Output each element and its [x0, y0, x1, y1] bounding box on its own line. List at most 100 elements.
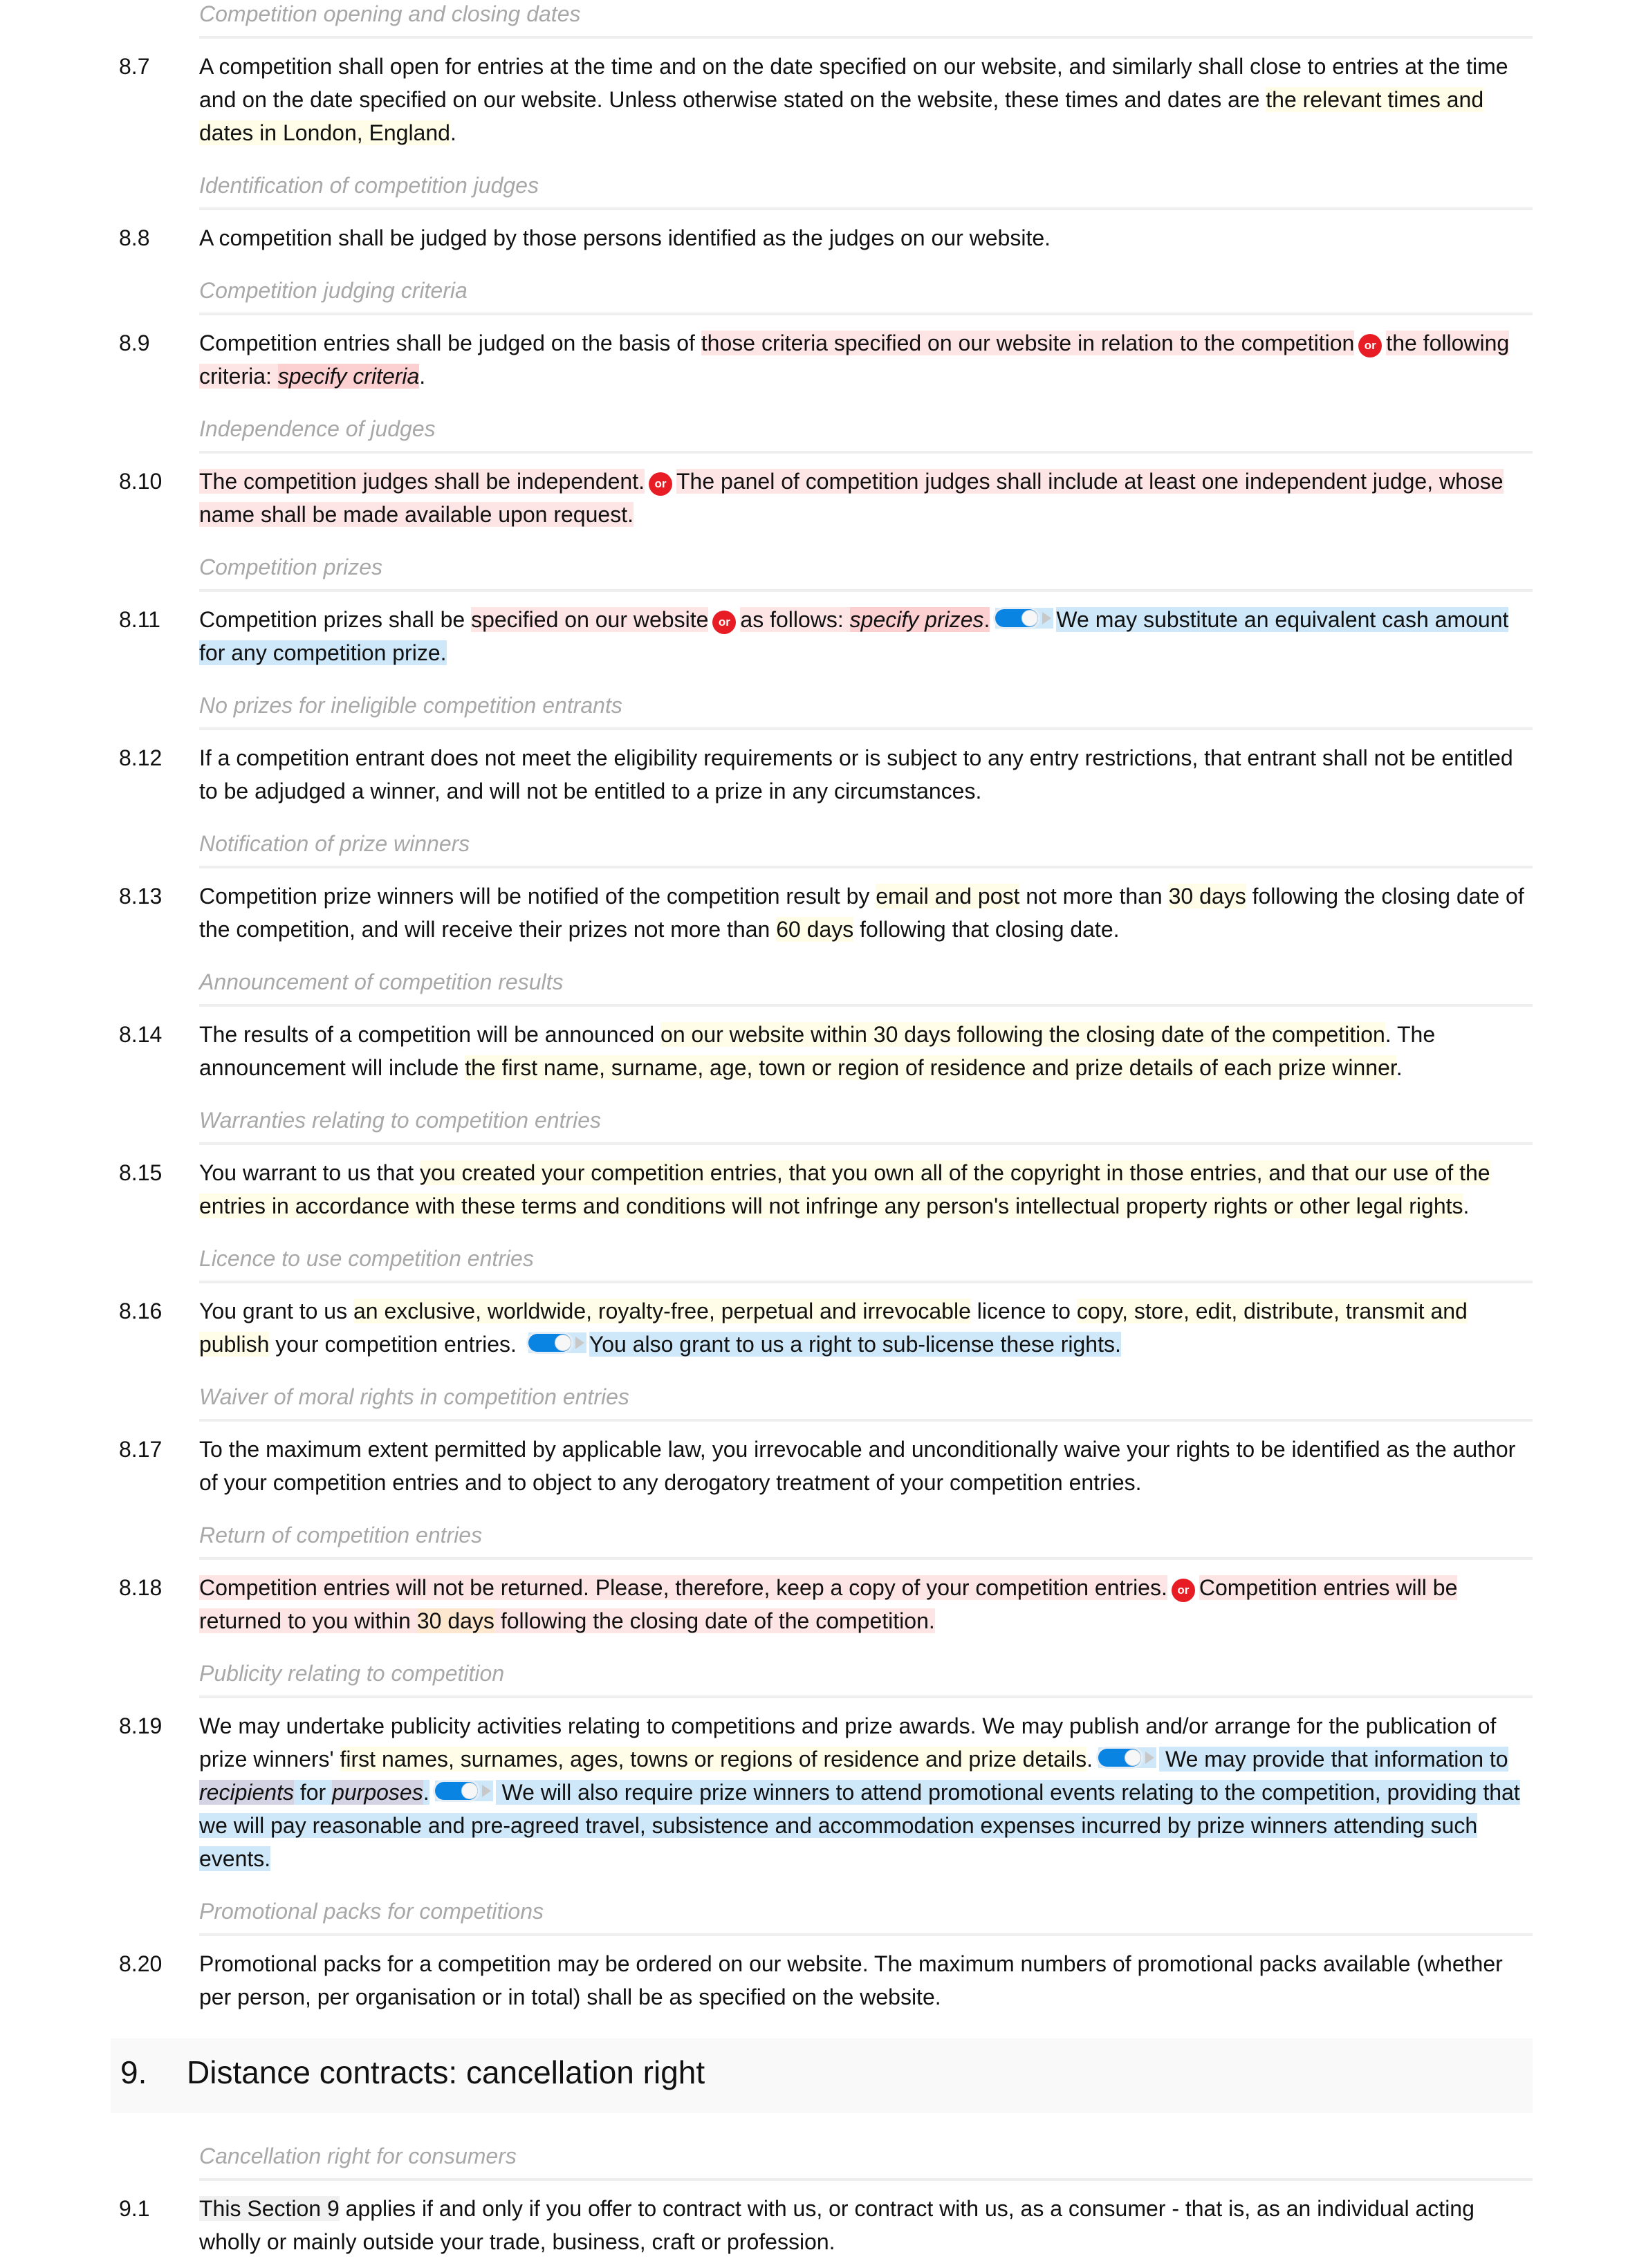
placeholder-field[interactable]: specify criteria — [277, 364, 420, 389]
or-choice-icon[interactable]: or — [1358, 334, 1383, 357]
clause-text: To the maximum extent permitted by appli… — [199, 1433, 1533, 1499]
text-run: following that closing date. — [853, 917, 1120, 942]
toggle-knob — [554, 1335, 571, 1351]
clause-number: 8.19 — [119, 1713, 163, 1738]
or-choice-icon[interactable]: or — [1171, 1579, 1195, 1602]
clause-subheading: Return of competition entries — [199, 1509, 1533, 1560]
toggle-knob — [461, 1783, 478, 1799]
clause-row: 8.7 A competition shall open for entries … — [111, 39, 1533, 159]
variable-highlight: an exclusive, worldwide, royalty-free, p… — [353, 1299, 971, 1323]
clause-row: 8.9 Competition entries shall be judged o… — [111, 315, 1533, 402]
clause-subheading: Warranties relating to competition entri… — [199, 1094, 1533, 1145]
toggle-switch-icon[interactable] — [995, 608, 1054, 629]
clause-row: 8.8 A competition shall be judged by thos… — [111, 210, 1533, 264]
toggle-switch-icon[interactable] — [528, 1332, 586, 1353]
optional-text: We may provide that information to — [1159, 1747, 1508, 1772]
clause-text: The competition judges shall be independ… — [199, 465, 1533, 531]
clause-row: 8.16 You grant to us an exclusive, worldw… — [111, 1283, 1533, 1370]
or-choice-icon[interactable]: or — [712, 611, 737, 634]
clause-number: 8.8 — [119, 225, 150, 250]
clause-row: 8.13 Competition prize winners will be no… — [111, 868, 1533, 956]
toggle-knob — [1125, 1749, 1142, 1766]
clause-number: 8.11 — [119, 607, 160, 632]
text-run: licence to — [970, 1299, 1077, 1323]
text-run: . — [1396, 1055, 1403, 1080]
clause-text: You grant to us an exclusive, worldwide,… — [199, 1294, 1533, 1361]
clause-number: 8.14 — [119, 1022, 163, 1047]
toggle-switch-icon[interactable] — [434, 1781, 493, 1801]
clause-subheading: Notification of prize winners — [199, 817, 1533, 868]
clause-subheading: Competition prizes — [199, 541, 1533, 592]
variable-highlight: on our website within 30 days following … — [660, 1022, 1385, 1047]
clause-number: 8.10 — [119, 469, 163, 494]
variable-highlight: 30 days — [416, 1608, 494, 1633]
clause-text: The results of a competition will be ann… — [199, 1018, 1533, 1084]
text-run: applies if and only if you offer to cont… — [199, 2196, 1474, 2254]
clause-number: 8.7 — [119, 54, 150, 79]
placeholder-field[interactable]: specify prizes — [849, 607, 984, 632]
clause-row: 8.12 If a competition entrant does not me… — [111, 730, 1533, 817]
clause-subheading: Cancellation right for consumers — [199, 2130, 1533, 2181]
text-run: To the maximum extent permitted by appli… — [199, 1437, 1516, 1495]
alternative-highlight: those criteria specified on our website … — [701, 331, 1355, 355]
clause-row: 8.20 Promotional packs for a competition … — [111, 1936, 1533, 2023]
text-run: Competition prizes shall be — [199, 607, 472, 632]
optional-text: . — [423, 1780, 429, 1805]
placeholder-field[interactable]: purposes — [332, 1780, 423, 1805]
clause-number: 8.9 — [119, 331, 150, 355]
clause-row: 8.17 To the maximum extent permitted by a… — [111, 1422, 1533, 1509]
clause-row: 8.19 We may undertake publicity activitie… — [111, 1698, 1533, 1885]
clause-subheading: Competition judging criteria — [199, 264, 1533, 315]
clause-number: 8.20 — [119, 1951, 163, 1976]
optional-text: You also grant to us a right to sub-lice… — [589, 1332, 1121, 1357]
text-run: Promotional packs for a competition may … — [199, 1951, 1503, 2009]
text-run: You grant to us — [199, 1299, 353, 1323]
clause-text: Promotional packs for a competition may … — [199, 1947, 1533, 2014]
toggle-switch-icon[interactable] — [1098, 1747, 1157, 1768]
text-run: You warrant to us that — [199, 1160, 420, 1185]
clause-text: A competition shall be judged by those p… — [199, 221, 1533, 254]
clause-row: 9.1 This Section 9 applies if and only if… — [111, 2181, 1533, 2268]
expand-arrow-icon — [481, 1785, 491, 1797]
clause-text: Competition prize winners will be notifi… — [199, 880, 1533, 946]
text-run: If a competition entrant does not meet t… — [199, 745, 1513, 803]
clause-subheading: Independence of judges — [199, 402, 1533, 454]
clause-text: Competition entries will not be returned… — [199, 1571, 1533, 1637]
text-run: . — [450, 120, 456, 145]
alternative-highlight: Competition entries will not be returned… — [199, 1575, 1167, 1600]
text-run: your competition entries. — [269, 1332, 523, 1357]
clause-subheading: Waiver of moral rights in competition en… — [199, 1370, 1533, 1422]
clause-row: 8.10 The competition judges shall be inde… — [111, 454, 1533, 541]
section-title: Distance contracts: cancellation right — [187, 2054, 705, 2090]
variable-highlight: 60 days — [776, 917, 854, 942]
placeholder-field[interactable]: recipients — [199, 1780, 294, 1805]
clause-text: Competition prizes shall be specified on… — [199, 603, 1533, 669]
alternative-highlight: specified on our website — [471, 607, 709, 632]
text-run: . — [1463, 1193, 1470, 1218]
clause-subheading: Promotional packs for competitions — [199, 1885, 1533, 1936]
expand-arrow-icon — [1042, 612, 1052, 624]
clause-subheading: Announcement of competition results — [199, 956, 1533, 1007]
text-run: Competition entries shall be judged on t… — [199, 331, 701, 355]
clause-row: 8.14 The results of a competition will be… — [111, 1007, 1533, 1094]
clause-number: 8.15 — [119, 1160, 163, 1185]
clause-number: 8.13 — [119, 884, 163, 909]
text-run: Competition prize winners will be notifi… — [199, 884, 876, 909]
or-choice-icon[interactable]: or — [649, 472, 672, 496]
alternative-highlight: The competition judges shall be independ… — [199, 469, 645, 494]
clause-text: A competition shall open for entries at … — [199, 50, 1533, 149]
clause-number: 8.18 — [119, 1575, 163, 1600]
section-heading: 9. Distance contracts: cancellation righ… — [111, 2038, 1533, 2113]
cross-reference: This Section 9 — [199, 2196, 340, 2221]
text-run: A competition shall be judged by those p… — [199, 225, 1051, 250]
clause-subheading: Licence to use competition entries — [199, 1232, 1533, 1283]
text-run: . — [1086, 1747, 1093, 1772]
alternative-highlight: as follows: — [740, 607, 850, 632]
document-page: Competition opening and closing dates 8.7… — [111, 0, 1533, 2268]
clause-subheading: Publicity relating to competition — [199, 1647, 1533, 1698]
clause-number: 9.1 — [119, 2196, 150, 2221]
text-run: The results of a competition will be ann… — [199, 1022, 661, 1047]
clause-subheading: Identification of competition judges — [199, 159, 1533, 210]
clause-subheading: Competition opening and closing dates — [199, 0, 1533, 39]
